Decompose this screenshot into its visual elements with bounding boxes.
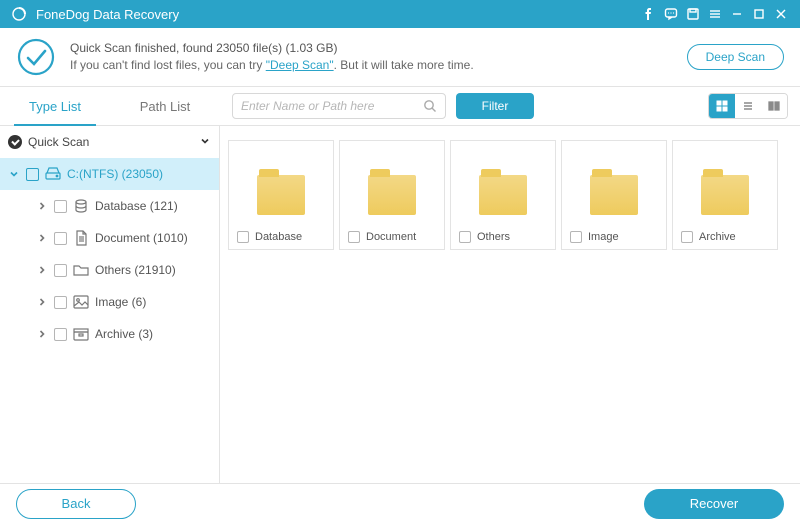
archive-icon	[73, 326, 89, 342]
tab-path-list[interactable]: Path List	[110, 87, 220, 125]
tree-item[interactable]: Image (6)	[0, 286, 219, 318]
tree-item-label: Others (21910)	[95, 263, 211, 277]
back-button[interactable]: Back	[16, 489, 136, 519]
folder-grid: Database Document Others Image Archive	[220, 126, 800, 483]
checkbox[interactable]	[348, 231, 360, 243]
folder-icon	[701, 175, 749, 215]
chevron-right-icon[interactable]	[36, 233, 48, 243]
banner-line2: If you can't find lost files, you can tr…	[70, 58, 673, 72]
app-logo-icon	[8, 3, 30, 25]
feedback-icon[interactable]	[660, 3, 682, 25]
checkbox[interactable]	[570, 231, 582, 243]
tree-item[interactable]: Archive (3)	[0, 318, 219, 350]
view-mode-group	[708, 93, 788, 119]
success-check-icon	[16, 37, 56, 77]
view-list-icon[interactable]	[735, 94, 761, 118]
close-icon[interactable]	[770, 3, 792, 25]
checkbox[interactable]	[54, 296, 67, 309]
minimize-icon[interactable]	[726, 3, 748, 25]
checkbox[interactable]	[459, 231, 471, 243]
view-detail-icon[interactable]	[761, 94, 787, 118]
tree-item-label: Image (6)	[95, 295, 211, 309]
checkbox[interactable]	[237, 231, 249, 243]
checkbox[interactable]	[681, 231, 693, 243]
folder-card[interactable]: Image	[561, 140, 667, 250]
chevron-down-icon[interactable]	[8, 169, 20, 179]
sidebar-tree: Quick Scan C:(NTFS) (23050) Database (12…	[0, 126, 220, 483]
footer-bar: Back Recover	[0, 483, 800, 523]
scan-result-banner: Quick Scan finished, found 23050 file(s)…	[0, 28, 800, 86]
filter-button[interactable]: Filter	[456, 93, 534, 119]
save-icon[interactable]	[682, 3, 704, 25]
search-icon	[423, 99, 437, 113]
tab-type-list[interactable]: Type List	[0, 87, 110, 125]
folder-label: Archive	[699, 231, 736, 243]
search-box[interactable]	[232, 93, 446, 119]
deep-scan-link[interactable]: "Deep Scan"	[266, 58, 334, 72]
search-input[interactable]	[241, 99, 423, 113]
tree-drive-label: C:(NTFS) (23050)	[67, 167, 211, 181]
chevron-right-icon[interactable]	[36, 265, 48, 275]
folder-label: Document	[366, 231, 416, 243]
maximize-icon[interactable]	[748, 3, 770, 25]
checkbox[interactable]	[54, 328, 67, 341]
drive-icon	[45, 166, 61, 182]
folder-card[interactable]: Archive	[672, 140, 778, 250]
tree-item[interactable]: Others (21910)	[0, 254, 219, 286]
banner-line1: Quick Scan finished, found 23050 file(s)…	[70, 41, 673, 55]
app-brand: FoneDog Data Recovery	[8, 3, 179, 25]
checkbox[interactable]	[26, 168, 39, 181]
folder-label: Database	[255, 231, 302, 243]
folder-card[interactable]: Database	[228, 140, 334, 250]
tree-root-label: Quick Scan	[28, 135, 193, 149]
sidebar-tabs: Type List Path List	[0, 87, 220, 125]
folder-card[interactable]: Document	[339, 140, 445, 250]
chevron-right-icon[interactable]	[36, 201, 48, 211]
folder-icon	[257, 175, 305, 215]
view-grid-icon[interactable]	[709, 94, 735, 118]
tree-item[interactable]: Document (1010)	[0, 222, 219, 254]
folder-card[interactable]: Others	[450, 140, 556, 250]
database-icon	[73, 198, 89, 214]
check-bullet-icon	[8, 135, 22, 149]
checkbox[interactable]	[54, 232, 67, 245]
app-title: FoneDog Data Recovery	[36, 7, 179, 22]
toolbar: Type List Path List Filter	[0, 86, 800, 126]
chevron-right-icon[interactable]	[36, 297, 48, 307]
tree-item-label: Database (121)	[95, 199, 211, 213]
tree-root-quick-scan[interactable]: Quick Scan	[0, 126, 219, 158]
folder-label: Others	[477, 231, 510, 243]
tree-item-label: Archive (3)	[95, 327, 211, 341]
folder-icon	[590, 175, 638, 215]
tree-drive-c[interactable]: C:(NTFS) (23050)	[0, 158, 219, 190]
folder-icon	[73, 262, 89, 278]
image-icon	[73, 294, 89, 310]
facebook-icon[interactable]	[638, 3, 660, 25]
checkbox[interactable]	[54, 264, 67, 277]
title-bar: FoneDog Data Recovery	[0, 0, 800, 28]
checkbox[interactable]	[54, 200, 67, 213]
document-icon	[73, 230, 89, 246]
folder-icon	[479, 175, 527, 215]
tree-item-label: Document (1010)	[95, 231, 211, 245]
recover-button[interactable]: Recover	[644, 489, 784, 519]
folder-icon	[368, 175, 416, 215]
chevron-right-icon[interactable]	[36, 329, 48, 339]
main-area: Quick Scan C:(NTFS) (23050) Database (12…	[0, 126, 800, 483]
deep-scan-button[interactable]: Deep Scan	[687, 44, 784, 70]
folder-label: Image	[588, 231, 619, 243]
chevron-down-icon[interactable]	[199, 135, 211, 150]
menu-icon[interactable]	[704, 3, 726, 25]
tree-item[interactable]: Database (121)	[0, 190, 219, 222]
